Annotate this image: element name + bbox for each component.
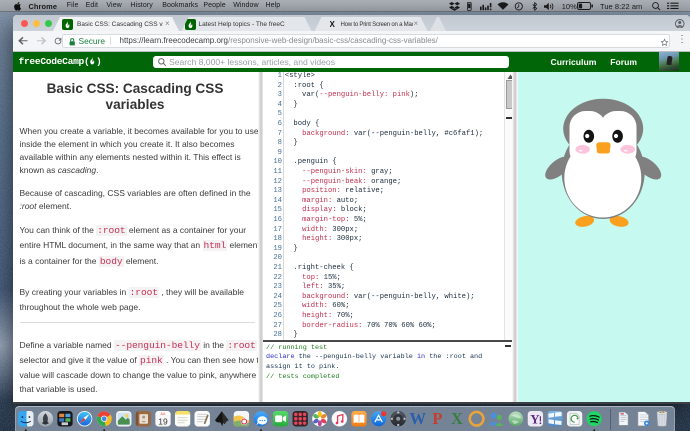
- svg-text:P: P: [432, 409, 442, 428]
- svg-text:X: X: [451, 409, 463, 428]
- svg-text:Y: Y: [530, 412, 540, 427]
- svg-text:W: W: [410, 409, 427, 428]
- svg-text:JUL: JUL: [160, 412, 166, 416]
- svg-text:19: 19: [158, 416, 168, 426]
